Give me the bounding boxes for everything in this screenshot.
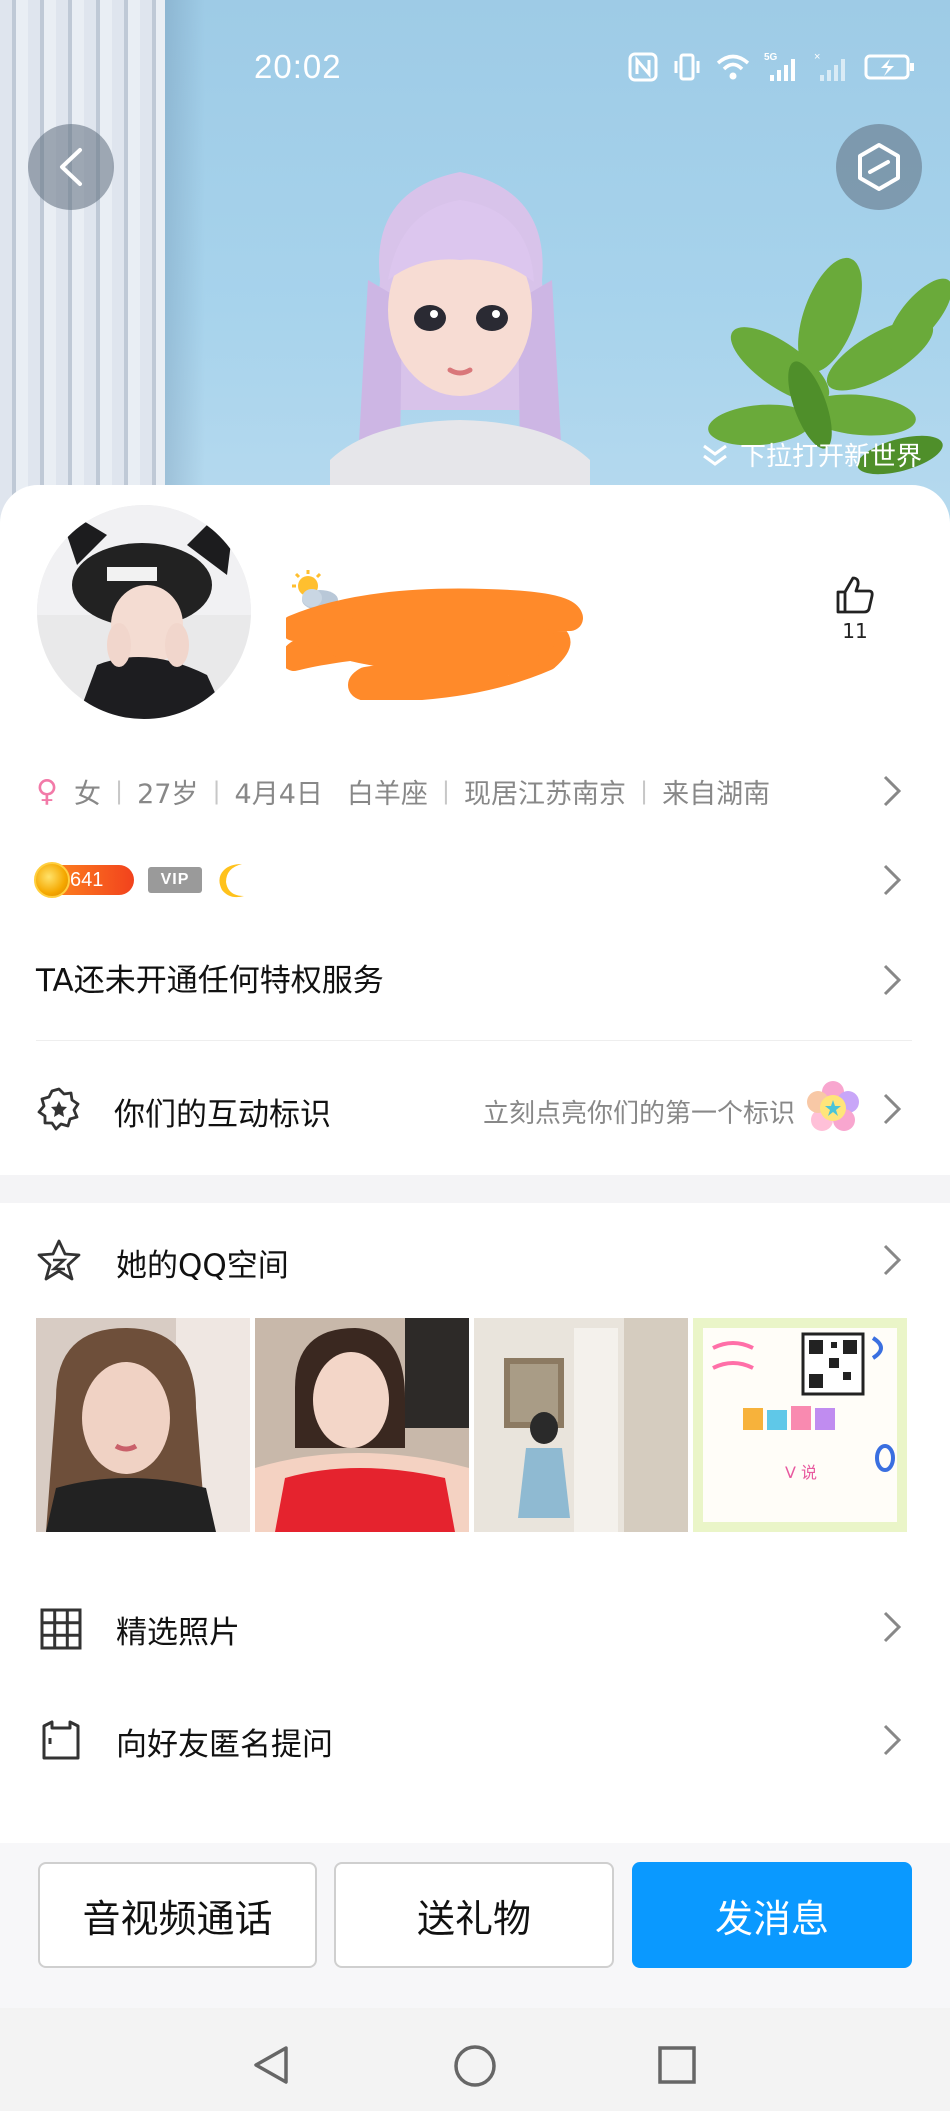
flower-icon	[807, 1081, 859, 1131]
star-icon	[37, 1239, 81, 1281]
privilege-text[interactable]: TA还未开通任何特权服务	[36, 955, 384, 1000]
avatar-photo	[37, 505, 251, 719]
question-box-icon	[42, 1720, 80, 1760]
moon-icon	[219, 864, 244, 898]
video-call-button[interactable]: 音视频通话	[38, 1862, 317, 1968]
location-text: 现居江苏南京	[463, 778, 626, 810]
anonymous-question-label[interactable]: 向好友匿名提问	[116, 1719, 333, 1764]
qzone-photo[interactable]	[36, 1318, 250, 1532]
qzone-photos: V 说	[36, 1318, 907, 1532]
chevron-right-icon[interactable]	[882, 774, 902, 808]
interaction-title[interactable]: 你们的互动标识	[114, 1089, 331, 1134]
back-button[interactable]	[28, 124, 114, 210]
badge-star-icon	[37, 1087, 80, 1131]
grid-icon	[40, 1608, 82, 1650]
world-icon	[858, 143, 900, 191]
back-icon	[60, 148, 82, 186]
signal-icon: ×	[814, 51, 845, 81]
gender-text: 女	[73, 778, 101, 810]
status-time: 20:02	[254, 48, 342, 85]
chevron-right-icon[interactable]	[882, 1243, 902, 1277]
chevron-right-icon[interactable]	[882, 1610, 902, 1644]
level-value: 641	[70, 868, 104, 891]
avatar-3d-character	[330, 172, 590, 500]
svg-text:5G: 5G	[764, 52, 778, 63]
svg-text:V 说: V 说	[785, 1463, 817, 1482]
nfc-icon	[628, 52, 658, 82]
avatar[interactable]	[37, 505, 251, 719]
thumb-up-icon	[836, 576, 874, 614]
coin-icon	[34, 862, 70, 898]
pull-hint-label: 下拉打开新世界	[739, 442, 922, 472]
like-count: 11	[842, 619, 868, 643]
interaction-hint[interactable]: 立刻点亮你们的第一个标识	[483, 1093, 795, 1130]
birthday-text: 4月4日	[234, 778, 323, 810]
divider	[36, 1040, 912, 1041]
send-gift-button[interactable]: 送礼物	[334, 1862, 614, 1968]
qzone-photo[interactable]	[474, 1318, 688, 1532]
plant-decoration	[708, 257, 950, 475]
hero-banner[interactable]: 20:02 5G × 下拉打开新世界	[0, 0, 950, 560]
nav-back-icon[interactable]	[250, 2044, 292, 2086]
chevron-right-icon[interactable]	[882, 1723, 902, 1757]
qzone-photo[interactable]: V 说	[693, 1318, 907, 1532]
zodiac-text: 白羊座	[346, 778, 428, 810]
wifi-icon	[716, 54, 750, 80]
qzone-title[interactable]: 她的QQ空间	[116, 1240, 289, 1285]
chevron-right-icon[interactable]	[882, 963, 902, 997]
badges-row[interactable]: 641 VIP	[34, 862, 256, 898]
vip-badge: VIP	[148, 867, 202, 893]
featured-photos-label[interactable]: 精选照片	[116, 1607, 240, 1652]
like-button[interactable]: 11	[830, 575, 880, 643]
level-badge: 641	[34, 862, 134, 898]
hometown-text: 来自湖南	[662, 778, 771, 810]
svg-text:×: ×	[814, 51, 820, 63]
status-bar: 20:02 5G ×	[0, 0, 950, 140]
redacted-nickname	[286, 588, 583, 700]
chevron-right-icon[interactable]	[882, 863, 902, 897]
qzone-photo[interactable]	[255, 1318, 469, 1532]
send-message-button[interactable]: 发消息	[632, 1862, 912, 1968]
pull-to-open-hint[interactable]: 下拉打开新世界	[700, 436, 922, 473]
system-nav-bar	[0, 2008, 950, 2111]
age-text: 27岁	[137, 778, 199, 810]
signal-5g-icon: 5G	[764, 52, 795, 81]
nav-home-icon[interactable]	[453, 2044, 497, 2088]
world-button[interactable]	[836, 124, 922, 210]
gender-icon: ♀	[36, 773, 58, 809]
battery-icon	[864, 54, 914, 80]
profile-info-row[interactable]: ♀ 女 | 27岁 | 4月4日 白羊座 | 现居江苏南京 | 来自湖南	[36, 770, 916, 812]
chevron-right-icon[interactable]	[882, 1092, 902, 1126]
double-chevron-down-icon	[703, 444, 727, 466]
nav-recents-icon[interactable]	[656, 2044, 698, 2086]
vibrate-icon	[674, 53, 700, 81]
